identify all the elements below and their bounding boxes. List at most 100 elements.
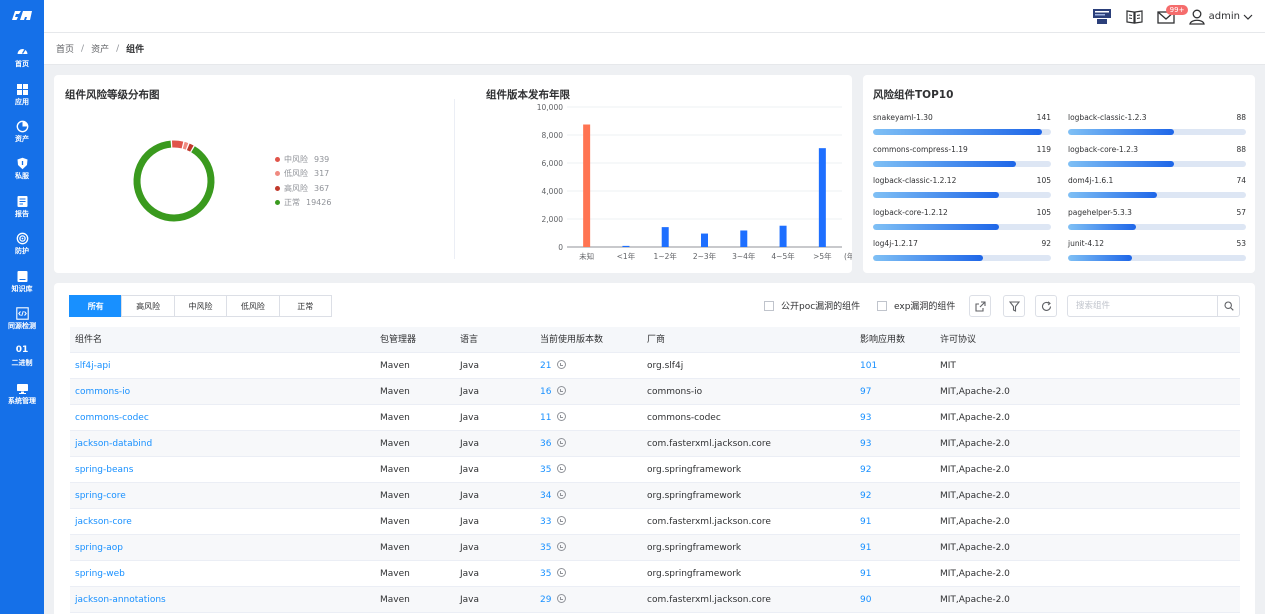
component-name-link[interactable]: spring-beans [75, 457, 133, 483]
clock-icon[interactable] [557, 594, 567, 603]
component-name-link[interactable]: spring-core [75, 483, 126, 509]
component-name-link[interactable]: spring-aop [75, 535, 123, 561]
tab-3[interactable]: 低风险 [226, 295, 280, 317]
top10-item[interactable]: logback-classic-1.2.3 88 [1068, 113, 1246, 143]
column-header[interactable]: 厂商 [647, 327, 665, 353]
bar-5[interactable] [779, 225, 787, 247]
top10-item[interactable]: snakeyaml-1.30 141 [873, 113, 1051, 143]
version-count-link[interactable]: 29 [540, 587, 567, 613]
component-name-link[interactable]: commons-io [75, 379, 130, 405]
tab-2[interactable]: 中风险 [173, 295, 228, 317]
sidebar-item-binary[interactable]: 01 二进制 [0, 337, 44, 374]
bar-0[interactable] [583, 124, 591, 248]
affected-apps-link[interactable]: 91 [860, 561, 871, 587]
top10-item[interactable]: log4j-1.2.17 92 [873, 239, 1051, 269]
user-menu[interactable]: admin [1188, 9, 1253, 25]
top10-item[interactable]: pagehelper-5.3.3 57 [1068, 208, 1246, 238]
clock-icon[interactable] [557, 516, 567, 525]
sidebar-item-pie[interactable]: 资产 [0, 113, 44, 150]
breadcrumb-home[interactable]: 首页 [56, 42, 74, 55]
legend-item[interactable]: 高风险 367 [275, 181, 331, 196]
clock-icon[interactable] [557, 412, 567, 421]
bar-2[interactable] [661, 227, 669, 247]
bar-1[interactable] [622, 245, 630, 247]
affected-apps-link[interactable]: 93 [860, 431, 871, 457]
sidebar-item-code[interactable]: 同源检测 [0, 300, 44, 337]
app-logo[interactable] [0, 0, 44, 32]
sidebar-item-report[interactable]: 报告 [0, 188, 44, 225]
affected-apps-link[interactable]: 93 [860, 405, 871, 431]
component-name-link[interactable]: jackson-annotations [75, 587, 166, 613]
bar-3[interactable] [701, 233, 708, 247]
version-count-link[interactable]: 35 [540, 535, 567, 561]
poc-filter-checkbox[interactable]: 公开poc漏洞的组件 [764, 299, 860, 312]
affected-apps-link[interactable]: 101 [860, 353, 877, 379]
clock-icon[interactable] [557, 568, 567, 577]
legend-item[interactable]: 正常 19426 [275, 196, 331, 211]
column-header[interactable]: 组件名 [75, 327, 102, 353]
clock-icon[interactable] [557, 386, 567, 395]
clock-icon[interactable] [557, 464, 567, 473]
top10-item[interactable]: logback-classic-1.2.12 105 [873, 176, 1051, 206]
mail-icon[interactable]: 99+ [1157, 4, 1189, 24]
top10-item[interactable]: logback-core-1.2.3 88 [1068, 145, 1246, 175]
clock-icon[interactable] [557, 490, 567, 499]
top10-item[interactable]: junit-4.12 53 [1068, 239, 1246, 269]
refresh-button[interactable] [1035, 295, 1057, 317]
affected-apps-link[interactable]: 97 [860, 379, 871, 405]
clock-icon[interactable] [557, 360, 567, 369]
donut-slice-3[interactable] [133, 140, 215, 222]
column-header[interactable]: 当前使用版本数 [540, 327, 603, 353]
docs-icon[interactable] [1126, 9, 1143, 24]
legend-item[interactable]: 中风险 939 [275, 152, 331, 167]
component-name-link[interactable]: slf4j-api [75, 353, 111, 379]
sidebar-item-shield[interactable]: 私服 [0, 150, 44, 187]
donut-slice-0[interactable] [171, 140, 184, 149]
search-button[interactable] [1217, 296, 1239, 316]
tab-1[interactable]: 高风险 [121, 295, 175, 317]
sidebar-item-monitor[interactable]: 系统管理 [0, 375, 44, 412]
component-name-link[interactable]: jackson-core [75, 509, 132, 535]
column-header[interactable]: 包管理器 [380, 327, 416, 353]
breadcrumb-assets[interactable]: 资产 [91, 42, 109, 55]
filter-button[interactable] [1003, 295, 1025, 317]
sidebar-item-target[interactable]: 防护 [0, 225, 44, 262]
sidebar-item-dashboard[interactable]: 首页 [0, 38, 44, 75]
column-header[interactable]: 影响应用数 [860, 327, 905, 353]
affected-apps-link[interactable]: 92 [860, 483, 871, 509]
bar-6[interactable] [818, 148, 826, 247]
affected-apps-link[interactable]: 91 [860, 509, 871, 535]
tab-0[interactable]: 所有 [69, 295, 123, 317]
component-name-link[interactable]: commons-codec [75, 405, 149, 431]
component-name-link[interactable]: spring-web [75, 561, 125, 587]
version-count-link[interactable]: 36 [540, 431, 567, 457]
sidebar-item-book[interactable]: 知识库 [0, 262, 44, 299]
column-header[interactable]: 语言 [460, 327, 478, 353]
exp-filter-checkbox[interactable]: exp漏洞的组件 [877, 299, 955, 312]
affected-apps-link[interactable]: 91 [860, 535, 871, 561]
component-name-link[interactable]: jackson-databind [75, 431, 152, 457]
clock-icon[interactable] [557, 438, 567, 447]
affected-apps-link[interactable]: 90 [860, 587, 871, 613]
column-header[interactable]: 许可协议 [940, 327, 976, 353]
top10-item[interactable]: commons-compress-1.19 119 [873, 145, 1051, 175]
cert-icon[interactable] [1092, 8, 1112, 25]
version-count-link[interactable]: 21 [540, 353, 567, 379]
donut-slice-2[interactable] [186, 143, 194, 152]
top10-item[interactable]: dom4j-1.6.1 74 [1068, 176, 1246, 206]
sidebar-item-apps[interactable]: 应用 [0, 75, 44, 112]
version-count-link[interactable]: 35 [540, 561, 567, 587]
search-input[interactable] [1068, 296, 1218, 316]
export-button[interactable] [969, 295, 991, 317]
version-count-link[interactable]: 33 [540, 509, 567, 535]
version-count-link[interactable]: 35 [540, 457, 567, 483]
affected-apps-link[interactable]: 92 [860, 457, 871, 483]
clock-icon[interactable] [557, 542, 567, 551]
version-count-link[interactable]: 34 [540, 483, 567, 509]
version-count-link[interactable]: 11 [540, 405, 567, 431]
legend-item[interactable]: 低风险 317 [275, 167, 331, 182]
bar-4[interactable] [740, 230, 748, 247]
top10-item[interactable]: logback-core-1.2.12 105 [873, 208, 1051, 238]
version-count-link[interactable]: 16 [540, 379, 567, 405]
tab-4[interactable]: 正常 [278, 295, 332, 317]
